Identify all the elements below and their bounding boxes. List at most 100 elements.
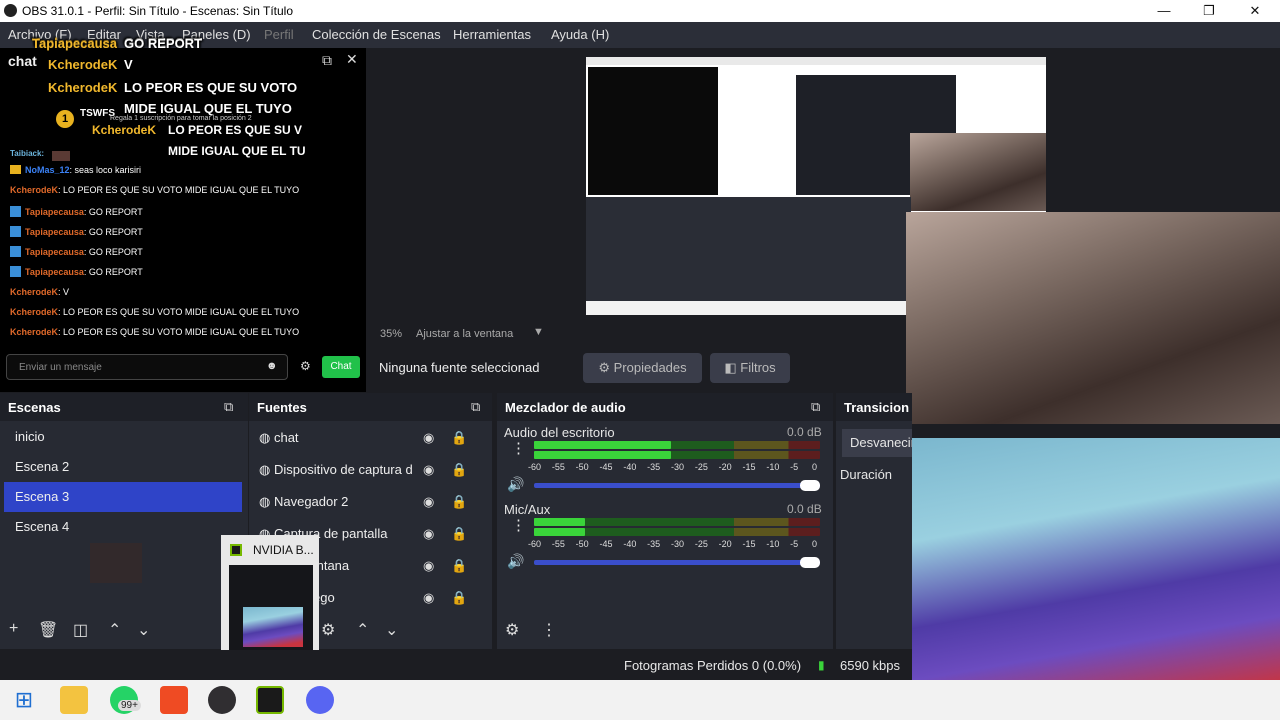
chat-username[interactable]: KcherodeK [10,307,58,317]
channel-menu-icon[interactable]: ⋮ [511,439,526,457]
source-type-icon: ◍ [259,494,274,509]
filter-icon: ◧ [724,360,741,375]
undock-icon[interactable]: ⧉ [811,399,820,415]
visibility-eye-icon[interactable]: ◉ [423,422,434,454]
source-item[interactable]: ◍ chat ◉ 🔒 [259,422,479,454]
scene-item[interactable]: Escena 4 [4,512,242,542]
scene-item[interactable]: Escena 3 [4,482,242,512]
mixer-settings-icon[interactable]: ⚙ [505,620,519,640]
chat-username[interactable]: NoMas_12 [25,165,70,175]
meter-scale-label: -10 [766,462,780,472]
mixer-menu-icon[interactable]: ⋮ [541,620,557,640]
undock-icon[interactable]: ⧉ [224,399,233,415]
sources-title: Fuentes [249,393,492,421]
fit-to-window-select[interactable]: Ajustar a la ventana [416,328,513,340]
meter-scale-label: -30 [671,462,685,472]
obs-taskbar-icon[interactable] [208,686,236,714]
sub-note: Regala 1 suscripción para tomar la posic… [110,115,252,122]
overlay-user: KcherodeK [48,80,118,95]
visibility-eye-icon[interactable]: ◉ [423,454,434,486]
nested-docks-thumbnail [586,197,911,301]
nvidia-taskbar-icon[interactable] [256,686,284,714]
chat-text: : GO REPORT [83,267,143,278]
speaker-icon[interactable]: 🔊 [507,553,524,570]
source-properties-icon[interactable]: ⚙ [321,620,335,640]
source-item[interactable]: ◍ Dispositivo de captura d ◉ 🔒 [259,454,479,486]
remove-scene-icon[interactable]: 🗑 [38,620,58,640]
title-bar: OBS 31.0.1 - Perfil: Sin Título - Escena… [0,0,1280,22]
chat-settings-icon[interactable]: ⚙ [300,359,311,373]
chat-username[interactable]: Tapiapecausa [25,227,84,237]
meter-scale-label: -60 [528,539,542,549]
lock-icon[interactable]: 🔒 [451,486,467,518]
meter-scale-label: -10 [766,539,780,549]
chat-username[interactable]: Tapiapecausa [25,267,84,277]
visibility-eye-icon[interactable]: ◉ [423,486,434,518]
file-explorer-icon[interactable] [60,686,88,714]
visibility-eye-icon[interactable]: ◉ [423,518,434,550]
lock-icon[interactable]: 🔒 [451,518,467,550]
meter-scale-label: -50 [575,539,589,549]
filters-button[interactable]: ◧ Filtros [710,353,790,383]
properties-button[interactable]: ⚙ Propiedades [583,353,702,383]
discord-icon[interactable] [306,686,334,714]
move-down-icon[interactable]: ⌄ [137,620,150,640]
status-bar: Fotogramas Perdidos 0 (0.0%) ▮ 6590 kbps [0,650,912,680]
menu-tools[interactable]: Herramientas [453,27,531,42]
chat-username[interactable]: KcherodeK [10,185,58,195]
chat-input[interactable]: Enviar un mensaje ☻ [6,354,288,380]
chat-dock-title: chat [8,53,37,69]
emoji-icon[interactable]: ☻ [266,360,278,372]
close-dock-icon[interactable]: ✕ [346,51,358,68]
transitions-dock: Transicion Desvanecimiento Duración [836,393,912,649]
windows-start-icon[interactable]: ⊞ [10,686,38,714]
meter-scale-label: -25 [694,462,708,472]
meter-scale-label: -20 [718,462,732,472]
meter-scale-label: -60 [528,462,542,472]
move-down-icon[interactable]: ⌄ [385,620,398,640]
scene-filters-icon[interactable]: ◫ [73,620,88,640]
volume-slider-handle[interactable] [800,557,820,568]
maximize-button[interactable]: ❐ [1186,0,1232,22]
add-scene-icon[interactable]: + [9,620,18,638]
volume-slider-handle[interactable] [800,480,820,491]
overlay-message: MIDE IGUAL QUE EL TU [168,144,306,158]
undock-icon[interactable]: ⧉ [322,52,332,69]
scene-item[interactable]: Escena 2 [4,452,242,482]
minimize-button[interactable]: — [1141,0,1187,22]
move-up-icon[interactable]: ⌃ [356,620,369,640]
menu-profile[interactable]: Perfil [264,27,294,42]
chat-username[interactable]: Tapiapecausa [25,207,84,217]
scene-item[interactable]: inicio [4,422,242,452]
menu-scene-collection[interactable]: Colección de Escenas [312,27,441,42]
channel-menu-icon[interactable]: ⋮ [511,516,526,534]
lock-icon[interactable]: 🔒 [451,454,467,486]
overlay-message: LO PEOR ES QUE SU VOTO [124,80,298,95]
transitions-title: Transicion [836,393,912,421]
chat-username[interactable]: KcherodeK [10,327,58,337]
properties-label: Propiedades [613,360,687,375]
audio-mixer-dock: Mezclador de audio ⧉ Audio del escritori… [497,393,833,649]
source-item[interactable]: ◍ Navegador 2 ◉ 🔒 [259,486,479,518]
chat-username[interactable]: KcherodeK [10,287,58,297]
chat-username[interactable]: Tapiapecausa [25,247,84,257]
lock-icon[interactable]: 🔒 [451,582,467,614]
chat-text: : GO REPORT [83,206,143,217]
no-source-selected-label: Ninguna fuente seleccionad [379,360,540,375]
volume-slider[interactable] [534,557,820,568]
gear-icon: ⚙ [598,360,614,375]
undock-icon[interactable]: ⧉ [471,399,480,415]
speaker-icon[interactable]: 🔊 [507,476,524,493]
visibility-eye-icon[interactable]: ◉ [423,582,434,614]
lock-icon[interactable]: 🔒 [451,422,467,454]
volume-slider[interactable] [534,480,820,491]
close-button[interactable]: ✕ [1232,0,1278,22]
transition-select[interactable]: Desvanecimiento [842,429,912,457]
chat-send-button[interactable]: Chat [322,356,360,378]
chevron-down-icon[interactable]: ▼ [533,326,544,338]
move-up-icon[interactable]: ⌃ [108,620,121,640]
visibility-eye-icon[interactable]: ◉ [423,550,434,582]
brave-icon[interactable] [160,686,188,714]
menu-help[interactable]: Ayuda (H) [551,27,609,42]
lock-icon[interactable]: 🔒 [451,550,467,582]
